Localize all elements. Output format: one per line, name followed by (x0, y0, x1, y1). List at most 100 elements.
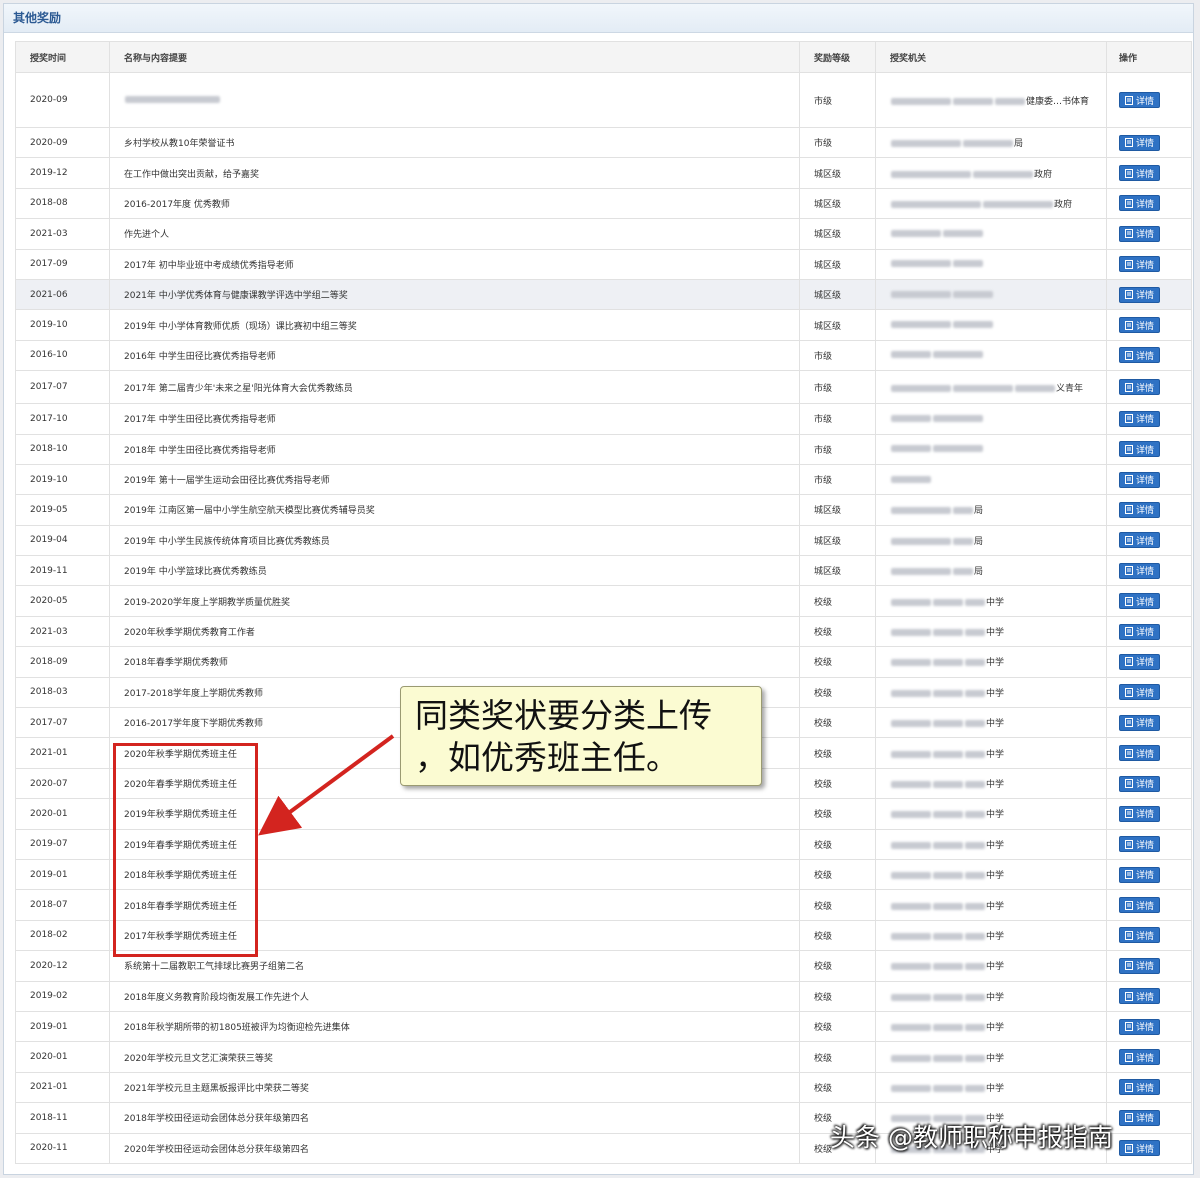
detail-button[interactable]: 详情 (1119, 988, 1161, 1005)
table-row: 2019-04 2019年 中小学生民族传统体育项目比赛优秀教练员 城区级 局 详情 (15, 524, 1192, 557)
detail-button[interactable]: 详情 (1119, 471, 1161, 488)
detail-button[interactable]: 详情 (1119, 165, 1161, 182)
cell-level: 城区级 (799, 218, 876, 250)
detail-button[interactable]: 详情 (1119, 1140, 1161, 1157)
document-icon (1125, 961, 1133, 971)
table-row: 2019-05 2019年 江南区第一届中小学生航空航天模型比赛优秀辅导员奖 城区级… (15, 494, 1192, 526)
cell-time-text: 2021-03 (30, 228, 68, 239)
redacted-text (933, 445, 983, 453)
detail-button[interactable]: 详情 (1119, 286, 1161, 303)
cell-time: 2019-04 (15, 524, 110, 557)
cell-level-text: 校级 (814, 962, 833, 973)
redacted-text (983, 200, 1053, 208)
detail-button[interactable]: 详情 (1119, 623, 1161, 640)
cell-name: 2018年度义务教育阶段均衡发展工作先进个人 (109, 980, 800, 1012)
redacted-text (125, 96, 220, 103)
cell-time: 2020-07 (15, 767, 110, 800)
redacted-text (933, 841, 963, 849)
detail-button[interactable]: 详情 (1119, 347, 1161, 364)
detail-button[interactable]: 详情 (1119, 225, 1161, 242)
redacted-text (953, 507, 973, 515)
detail-button[interactable]: 详情 (1119, 92, 1161, 108)
cell-op: 详情 (1106, 433, 1192, 465)
cell-org: 政府 (875, 187, 1107, 220)
document-icon (1125, 870, 1133, 880)
detail-button[interactable]: 详情 (1119, 653, 1161, 670)
cell-name: 2018年学校田径运动会团体总分获年级第四名 (109, 1102, 800, 1134)
redacted-text (995, 97, 1025, 105)
detail-button[interactable]: 详情 (1119, 501, 1161, 518)
document-icon (1125, 779, 1133, 788)
redacted-text (933, 720, 963, 728)
cell-time-text: 2020-11 (30, 1143, 68, 1154)
detail-button[interactable]: 详情 (1119, 745, 1161, 762)
cell-name: 2021年学校元旦主题黑板报评比中荣获二等奖 (109, 1071, 800, 1104)
detail-button[interactable]: 详情 (1119, 1049, 1161, 1066)
detail-button[interactable]: 详情 (1119, 593, 1161, 610)
detail-button[interactable]: 详情 (1119, 195, 1161, 212)
detail-button[interactable]: 详情 (1119, 441, 1161, 458)
detail-button[interactable]: 详情 (1119, 684, 1161, 701)
cell-level: 城区级 (799, 157, 876, 189)
document-icon (1125, 198, 1133, 208)
cell-name: 2019年 江南区第一届中小学生航空航天模型比赛优秀辅导员奖 (109, 494, 800, 526)
cell-org-text: 中学 (986, 840, 1005, 851)
cell-org-text: 中学 (986, 658, 1005, 669)
detail-button[interactable]: 详情 (1119, 410, 1161, 427)
cell-org-text: 政府 (1054, 199, 1073, 210)
cell-name-text: 2020年秋季学期优秀教育工作者 (124, 628, 255, 639)
cell-name-text: 2016年 中学生田径比赛优秀指导老师 (124, 351, 276, 362)
header-name: 名称与内容提要 (109, 41, 800, 73)
cell-level-text: 校级 (814, 840, 833, 851)
cell-level: 市级 (799, 433, 876, 465)
table-row: 2017-10 2017年 中学生田径比赛优秀指导老师 市级 详情 (15, 403, 1192, 435)
detail-button-label: 详情 (1136, 1083, 1155, 1094)
cell-name: 在工作中做出突出贡献，给予嘉奖 (109, 157, 800, 189)
detail-button[interactable]: 详情 (1119, 532, 1161, 549)
detail-button[interactable]: 详情 (1119, 1109, 1161, 1126)
cell-name-text: 2018年 中学生田径比赛优秀指导老师 (124, 445, 276, 456)
detail-button[interactable]: 详情 (1119, 805, 1161, 822)
detail-button[interactable]: 详情 (1119, 957, 1161, 974)
detail-button[interactable]: 详情 (1119, 866, 1161, 883)
cell-org-text: 局 (974, 536, 984, 547)
detail-button[interactable]: 详情 (1119, 1018, 1161, 1035)
cell-level-text: 城区级 (814, 199, 842, 210)
detail-button[interactable]: 详情 (1119, 379, 1161, 396)
table-row: 2019-02 2018年度义务教育阶段均衡发展工作先进个人 校级 中学 详情 (15, 980, 1192, 1012)
document-icon (1125, 718, 1133, 728)
cell-time-text: 2019-10 (30, 320, 68, 331)
detail-button[interactable]: 详情 (1119, 134, 1161, 151)
cell-org-text: 中学 (986, 810, 1005, 821)
cell-time-text: 2021-01 (30, 1082, 68, 1093)
cell-time: 2021-06 (15, 278, 110, 311)
cell-name-text: 2018年秋学期所带的初1805班被评为均衡迎检先进集体 (124, 1023, 350, 1034)
cell-op: 详情 (1106, 157, 1192, 189)
detail-button[interactable]: 详情 (1119, 836, 1161, 853)
cell-level-text: 城区级 (814, 260, 842, 271)
cell-level-text: 城区级 (814, 536, 842, 547)
cell-org-text: 中学 (986, 962, 1005, 973)
detail-button[interactable]: 详情 (1119, 775, 1161, 792)
panel-title: 其他奖励 (4, 4, 1193, 33)
cell-level-text: 校级 (814, 749, 833, 760)
detail-button-label: 详情 (1136, 688, 1155, 699)
cell-op: 详情 (1106, 248, 1192, 280)
detail-button[interactable]: 详情 (1119, 1079, 1161, 1096)
detail-button[interactable]: 详情 (1119, 256, 1161, 273)
redacted-text (965, 720, 985, 728)
detail-button[interactable]: 详情 (1119, 562, 1161, 579)
cell-time-text: 2018-02 (30, 930, 68, 941)
cell-time: 2019-01 (15, 1010, 110, 1043)
document-icon (1125, 1022, 1133, 1032)
cell-org (875, 218, 1107, 250)
detail-button[interactable]: 详情 (1119, 897, 1161, 914)
cell-org-text: 中学 (986, 931, 1005, 942)
detail-button[interactable]: 详情 (1119, 714, 1161, 731)
cell-level: 城区级 (799, 555, 876, 587)
detail-button[interactable]: 详情 (1119, 317, 1161, 334)
table-row: 2016-10 2016年 中学生田径比赛优秀指导老师 市级 详情 (15, 339, 1192, 372)
detail-button[interactable]: 详情 (1119, 927, 1161, 944)
document-icon (1125, 320, 1133, 330)
redacted-text (933, 629, 963, 637)
